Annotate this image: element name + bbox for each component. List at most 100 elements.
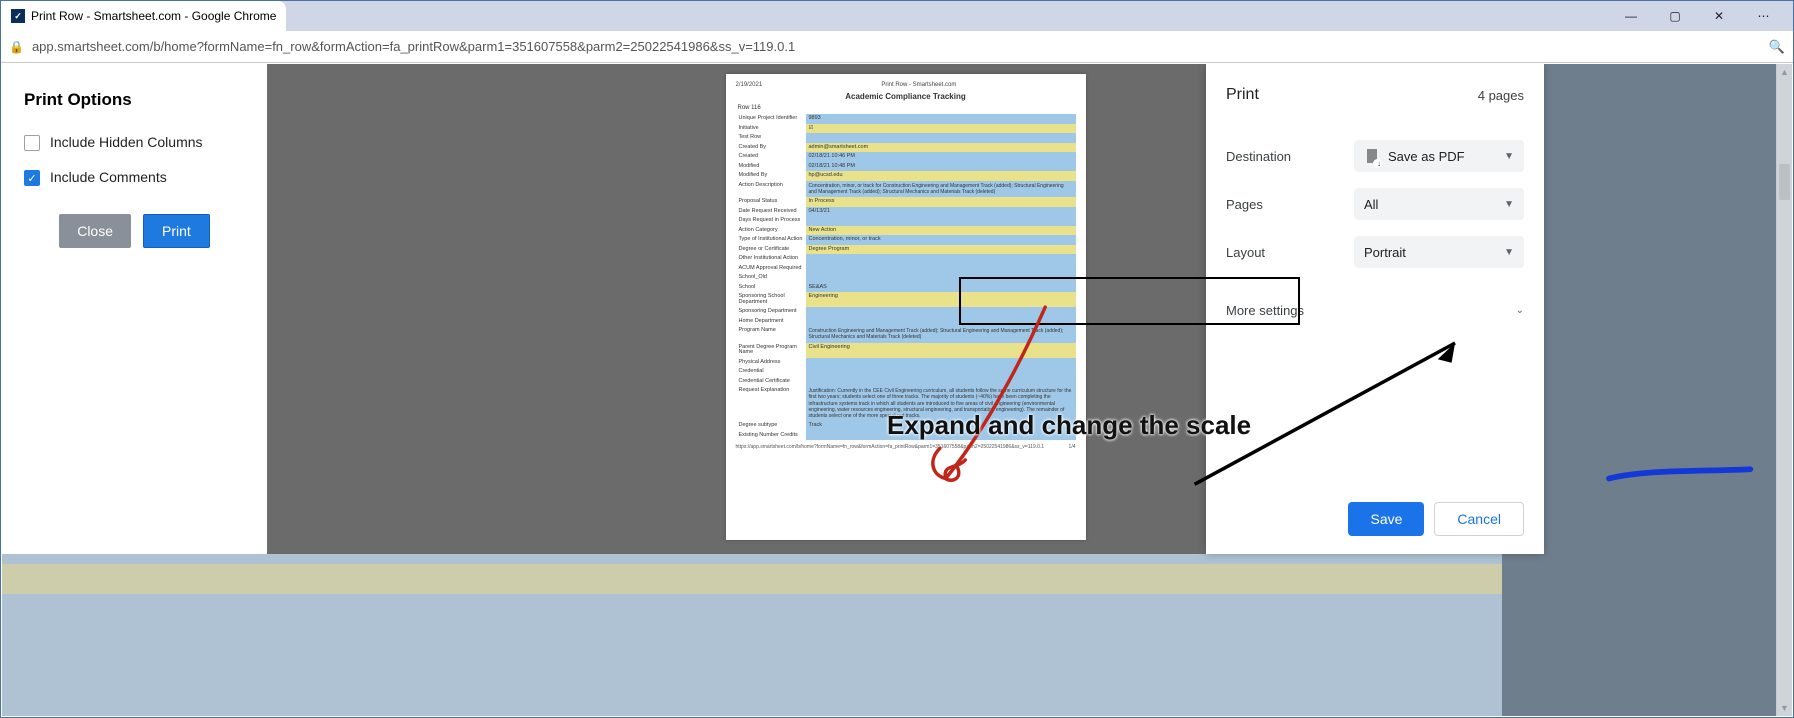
include-comments-row[interactable]: ✓ Include Comments [24,169,245,186]
close-button[interactable]: Close [59,214,131,248]
preview-key: Unique Project Identifier [736,114,806,124]
print-options-panel: Print Options Include Hidden Columns ✓ I… [2,64,267,554]
preview-kv-row: Credential [736,367,1076,377]
preview-value: New Action [806,226,1076,236]
preview-kv-row: SchoolSE&AS [736,283,1076,293]
preview-kv-row: Other Institutional Action [736,254,1076,264]
pages-value: All [1364,197,1378,212]
preview-value: Degree Program [806,245,1076,255]
preview-kv-row: Sponsoring School DepartmentEngineering [736,292,1076,307]
preview-value: 9893 [806,114,1076,124]
maximize-button[interactable]: ▢ [1653,1,1697,31]
preview-kv-row: ACUM Approval Required [736,264,1076,274]
preview-key: Physical Address [736,358,806,368]
chevron-down-icon: ▼ [1504,199,1514,210]
preview-kv-row: Modified02/18/21 10:48 PM [736,162,1076,172]
pages-select[interactable]: All ▼ [1354,188,1524,220]
include-comments-checkbox[interactable]: ✓ [24,170,40,186]
preview-key: Modified By [736,171,806,181]
preview-kv-row: Created02/18/21 10:46 PM [736,152,1076,162]
print-dialog-title: Print [1226,86,1259,104]
preview-key: Days Request in Process [736,216,806,226]
preview-key: Type of Institutional Action [736,235,806,245]
chevron-down-icon: ▼ [1504,151,1514,162]
preview-value: SE&AS [806,283,1076,293]
page-count: 4 pages [1478,88,1524,103]
preview-key: Credential Certificate [736,377,806,387]
preview-key: Degree or Certificate [736,245,806,255]
preview-key: Other Institutional Action [736,254,806,264]
preview-key: Date Request Received [736,207,806,217]
preview-value: Engineering [806,292,1076,307]
tab-strip: ✓ Print Row - Smartsheet.com - Google Ch… [1,1,1793,31]
preview-key: Initiative [736,124,806,134]
preview-key: Modified [736,162,806,172]
zoom-icon[interactable]: 🔍 [1769,39,1785,55]
preview-value: Civil Engineering [806,343,1076,358]
layout-label: Layout [1226,245,1265,260]
preview-kv-row: Physical Address [736,358,1076,368]
browser-window: ✓ Print Row - Smartsheet.com - Google Ch… [0,0,1794,718]
chevron-down-icon: ▼ [1504,247,1514,258]
include-hidden-row[interactable]: Include Hidden Columns [24,134,245,151]
preview-value [806,358,1076,368]
save-button[interactable]: Save [1348,502,1424,536]
closewin-button[interactable]: ✕ [1697,1,1741,31]
preview-key: Created By [736,143,806,153]
preview-value: Construction Engineering and Management … [806,326,1076,343]
annotation-expand-note: Expand and change the scale [887,410,1251,441]
more-settings-row[interactable]: More settings ⌄ [1226,290,1524,330]
lock-icon[interactable]: 🔒 [9,40,24,54]
preview-kv-row: Action CategoryNew Action [736,226,1076,236]
preview-kv-row: Program NameConstruction Engineering and… [736,326,1076,343]
cancel-button[interactable]: Cancel [1434,502,1524,536]
url-text[interactable]: app.smartsheet.com/b/home?formName=fn_ro… [32,39,795,54]
preview-page: 2/19/2021 Print Row - Smartsheet.com Aca… [726,74,1086,540]
preview-kv-row: Created Byadmin@smartsheet.com [736,143,1076,153]
preview-kv-row: Unique Project Identifier9893 [736,114,1076,124]
preview-kv-row: Home Department [736,317,1076,327]
preview-key: Proposal Status [736,197,806,207]
preview-kv-row: Action DescriptionConcentration, minor, … [736,181,1076,198]
preview-kv-row: Degree or CertificateDegree Program [736,245,1076,255]
include-hidden-checkbox[interactable] [24,135,40,151]
preview-kv-row: Initiative☑ [736,124,1076,134]
chrome-print-dialog: Print 4 pages Destination Save as PDF ▼ … [1206,64,1544,554]
chevron-down-icon: ⌄ [1516,305,1524,316]
address-bar: 🔒 app.smartsheet.com/b/home?formName=fn_… [1,31,1793,63]
preview-value [806,273,1076,283]
layout-select[interactable]: Portrait ▼ [1354,236,1524,268]
destination-label: Destination [1226,149,1291,164]
minimize-button[interactable]: — [1609,1,1653,31]
preview-kv-row: Credential Certificate [736,377,1076,387]
favicon-icon: ✓ [11,9,25,23]
preview-key: Degree subtype [736,421,806,431]
preview-key: Sponsoring Department [736,307,806,317]
preview-key: Program Name [736,326,806,343]
preview-value: Concentration, minor, or track [806,235,1076,245]
preview-title: Academic Compliance Tracking [736,92,1076,101]
preview-key: School_Old [736,273,806,283]
preview-header: Print Row - Smartsheet.com [881,82,956,88]
preview-kv-row: Type of Institutional ActionConcentratio… [736,235,1076,245]
preview-foot-url: https://app.smartsheet.com/b/home?formNa… [736,444,1045,450]
preview-rowlabel: Row 116 [738,105,1076,111]
overflow-icon[interactable]: ⋯ [1741,1,1785,31]
print-button[interactable]: Print [143,214,210,248]
layout-value: Portrait [1364,245,1406,260]
browser-tab[interactable]: ✓ Print Row - Smartsheet.com - Google Ch… [1,1,286,31]
preview-value [806,254,1076,264]
preview-value: ☑ [806,124,1076,134]
preview-value: In Process [806,197,1076,207]
preview-value [806,367,1076,377]
preview-value [806,377,1076,387]
preview-value: hp@ucsd.edu [806,171,1076,181]
preview-foot-page: 1/4 [1069,444,1076,450]
preview-value: Concentration, minor, or track for Const… [806,181,1076,198]
preview-key: ACUM Approval Required [736,264,806,274]
destination-select[interactable]: Save as PDF ▼ [1354,140,1524,172]
preview-value [806,264,1076,274]
preview-key: Credential [736,367,806,377]
preview-value: 02/18/21 10:48 PM [806,162,1076,172]
preview-kv-row: Days Request in Process [736,216,1076,226]
